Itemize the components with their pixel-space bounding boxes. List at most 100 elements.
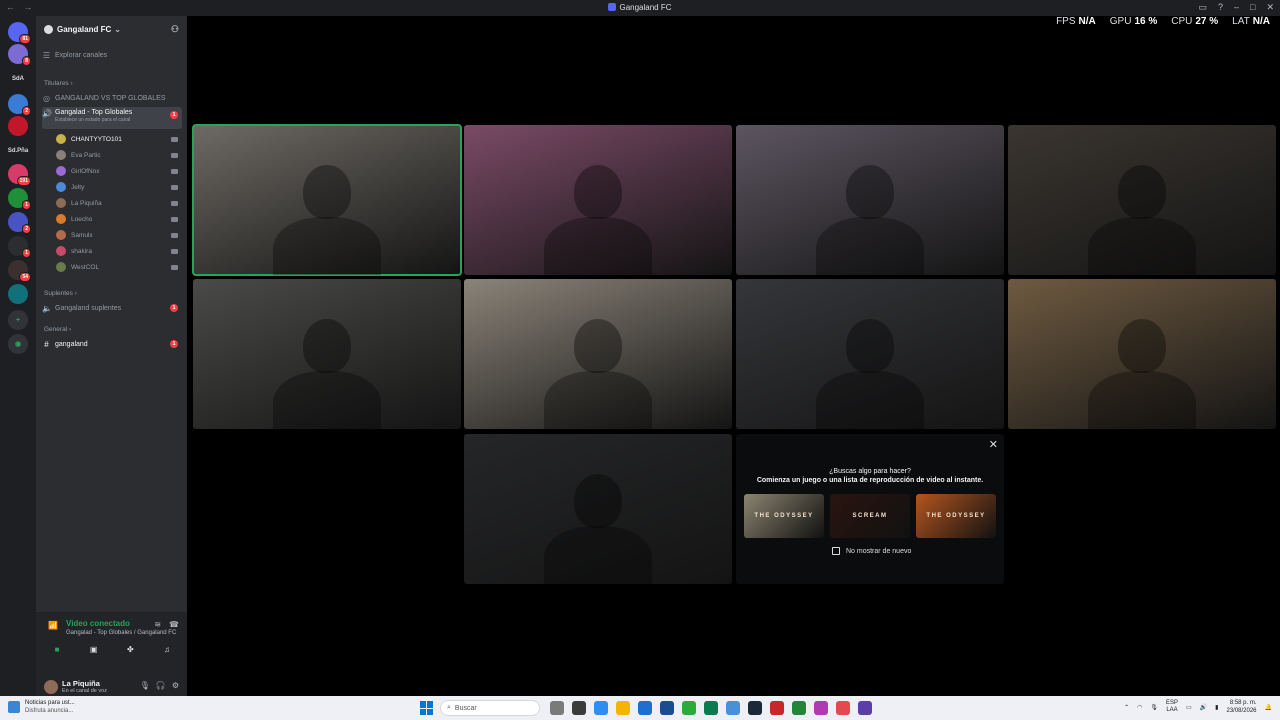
server-icon[interactable]: 1	[8, 236, 31, 258]
help-icon[interactable]: ?	[1218, 2, 1223, 13]
gear-icon[interactable]: ⚙	[172, 681, 179, 690]
server-icon[interactable]: 2	[8, 94, 31, 116]
minecraft-icon[interactable]	[704, 701, 718, 715]
channel-general[interactable]: # gangaland 1	[42, 337, 182, 351]
camera-button[interactable]: ■	[42, 641, 72, 657]
language-indicator[interactable]: ESP LAA	[1166, 700, 1178, 714]
headphones-icon[interactable]: 🎧	[156, 681, 166, 690]
minimize-button[interactable]: –	[1234, 2, 1239, 13]
inbox-icon[interactable]: ▭	[1198, 2, 1207, 13]
voice-member[interactable]: La Piquiña	[56, 196, 182, 210]
voice-member[interactable]: Samulx	[56, 228, 182, 242]
participant-silhouette	[846, 319, 894, 373]
participant-video-tile[interactable]	[464, 434, 732, 584]
widgets-icon[interactable]	[550, 701, 564, 715]
chrome-icon[interactable]	[792, 701, 806, 715]
channel-suplentes[interactable]: 🔈 Gangaland suplentes 1	[42, 301, 182, 315]
close-icon[interactable]: ✕	[989, 438, 998, 451]
maximize-button[interactable]: □	[1250, 2, 1255, 13]
participant-video-tile[interactable]	[736, 125, 1004, 275]
channel-vs[interactable]: ◎ GANGALAND VS TOP GLOBALES	[42, 91, 182, 105]
server-icon[interactable]: 8	[8, 44, 31, 66]
camera-live-icon	[171, 216, 178, 222]
start-button[interactable]	[420, 701, 434, 715]
mention-badge: 8	[22, 56, 31, 66]
game-icon[interactable]	[770, 701, 784, 715]
snipping-icon[interactable]	[726, 701, 740, 715]
participant-video-tile[interactable]	[736, 279, 1004, 429]
category-titulares[interactable]: Titulares ›	[44, 80, 73, 87]
close-button[interactable]: ✕	[1266, 2, 1274, 13]
soundboard-button[interactable]: ♫	[152, 641, 182, 657]
participant-video-tile[interactable]	[192, 124, 462, 276]
add-server-icon[interactable]: +	[8, 310, 28, 330]
obs-icon[interactable]	[858, 701, 872, 715]
taskbar-search[interactable]: ⌕ Buscar	[440, 700, 540, 716]
guild-header[interactable]: Gangaland FC ⌄ ⚇	[36, 16, 187, 42]
channel-active-voice[interactable]: 🔊 Gangalad - Top Globales Establece un e…	[42, 107, 182, 129]
discover-icon[interactable]: ◉	[8, 334, 28, 354]
discord-icon[interactable]	[814, 701, 828, 715]
voice-member[interactable]: shakira	[56, 244, 182, 258]
explore-channels[interactable]: ☰ Explorar canales	[42, 48, 182, 62]
voice-channel-icon: 🔊	[42, 109, 52, 118]
screen-share-button[interactable]: ▣	[79, 641, 109, 657]
wifi-icon[interactable]: ◠	[1137, 704, 1142, 711]
copilot-icon[interactable]	[594, 701, 608, 715]
unread-badge: 1	[170, 111, 178, 119]
signal-icon[interactable]: 📶	[48, 621, 58, 630]
participant-video-tile[interactable]	[464, 279, 732, 429]
file-explorer-icon[interactable]	[616, 701, 630, 715]
dont-show-again-checkbox[interactable]: No mostrar de nuevo	[832, 547, 911, 555]
participant-video-tile[interactable]	[1008, 279, 1276, 429]
participant-silhouette	[1118, 165, 1166, 219]
server-icon[interactable]	[8, 116, 28, 136]
disconnect-icon[interactable]: ☎	[169, 620, 179, 629]
battery-icon[interactable]: ▮	[1215, 704, 1218, 711]
server-icon[interactable]	[8, 284, 28, 304]
activity-card[interactable]: THE ODYSSEY	[916, 494, 996, 538]
chevron-up-icon[interactable]: ⌃	[1124, 704, 1129, 711]
activity-card[interactable]: SCREAM	[830, 494, 910, 538]
activities-button[interactable]: ✤	[115, 641, 145, 657]
app-icon[interactable]	[836, 701, 850, 715]
server-icon[interactable]: 191	[8, 164, 31, 186]
noise-suppression-icon[interactable]: ≋	[154, 620, 161, 629]
server-icon[interactable]: 81	[8, 22, 31, 44]
microphone-icon[interactable]: 🎙	[140, 681, 150, 690]
voice-member[interactable]: Jelty	[56, 180, 182, 194]
voice-channel-icon: 🔈	[42, 303, 52, 313]
voice-member[interactable]: GirlOfNox	[56, 164, 182, 178]
category-general[interactable]: General ›	[44, 326, 71, 333]
participant-video-tile[interactable]	[464, 125, 732, 275]
participant-silhouette	[846, 165, 894, 219]
xbox-icon[interactable]	[682, 701, 696, 715]
edge-icon[interactable]	[638, 701, 652, 715]
voice-member[interactable]: Eva Partic	[56, 148, 182, 162]
search-icon: ⌕	[447, 704, 451, 711]
volume-icon[interactable]: 🔊	[1200, 704, 1207, 711]
add-member-icon[interactable]: ⚇	[171, 24, 179, 35]
store-icon[interactable]	[660, 701, 674, 715]
avatar[interactable]	[44, 680, 58, 694]
participant-video-tile[interactable]	[1008, 125, 1276, 275]
server-folder-label[interactable]: Sd.Pña	[0, 148, 36, 154]
task-view-icon[interactable]	[572, 701, 586, 715]
steam-icon[interactable]	[748, 701, 762, 715]
mic-tray-icon[interactable]: 🎙	[1150, 704, 1158, 711]
server-icon[interactable]: 1	[8, 188, 31, 210]
activity-card[interactable]: THE ODYSSEY	[744, 494, 824, 538]
server-icon[interactable]: 54	[8, 260, 31, 282]
voice-member[interactable]: WestCOL	[56, 260, 182, 274]
participant-video-tile[interactable]	[193, 279, 461, 429]
server-folder-label[interactable]: SdA	[0, 76, 36, 82]
category-suplentes[interactable]: Suplentes ›	[44, 290, 77, 297]
camera-live-icon	[171, 248, 178, 254]
voice-member[interactable]: Loecho	[56, 212, 182, 226]
voice-member[interactable]: CHANTYYTO101	[56, 132, 182, 146]
mention-badge: 191	[16, 176, 31, 186]
notifications-icon[interactable]: 🔔	[1265, 704, 1272, 711]
server-icon[interactable]: 2	[8, 212, 31, 234]
network-icon[interactable]: ▭	[1186, 704, 1192, 711]
clock[interactable]: 8:58 p. m. 23/08/2026	[1226, 699, 1256, 715]
